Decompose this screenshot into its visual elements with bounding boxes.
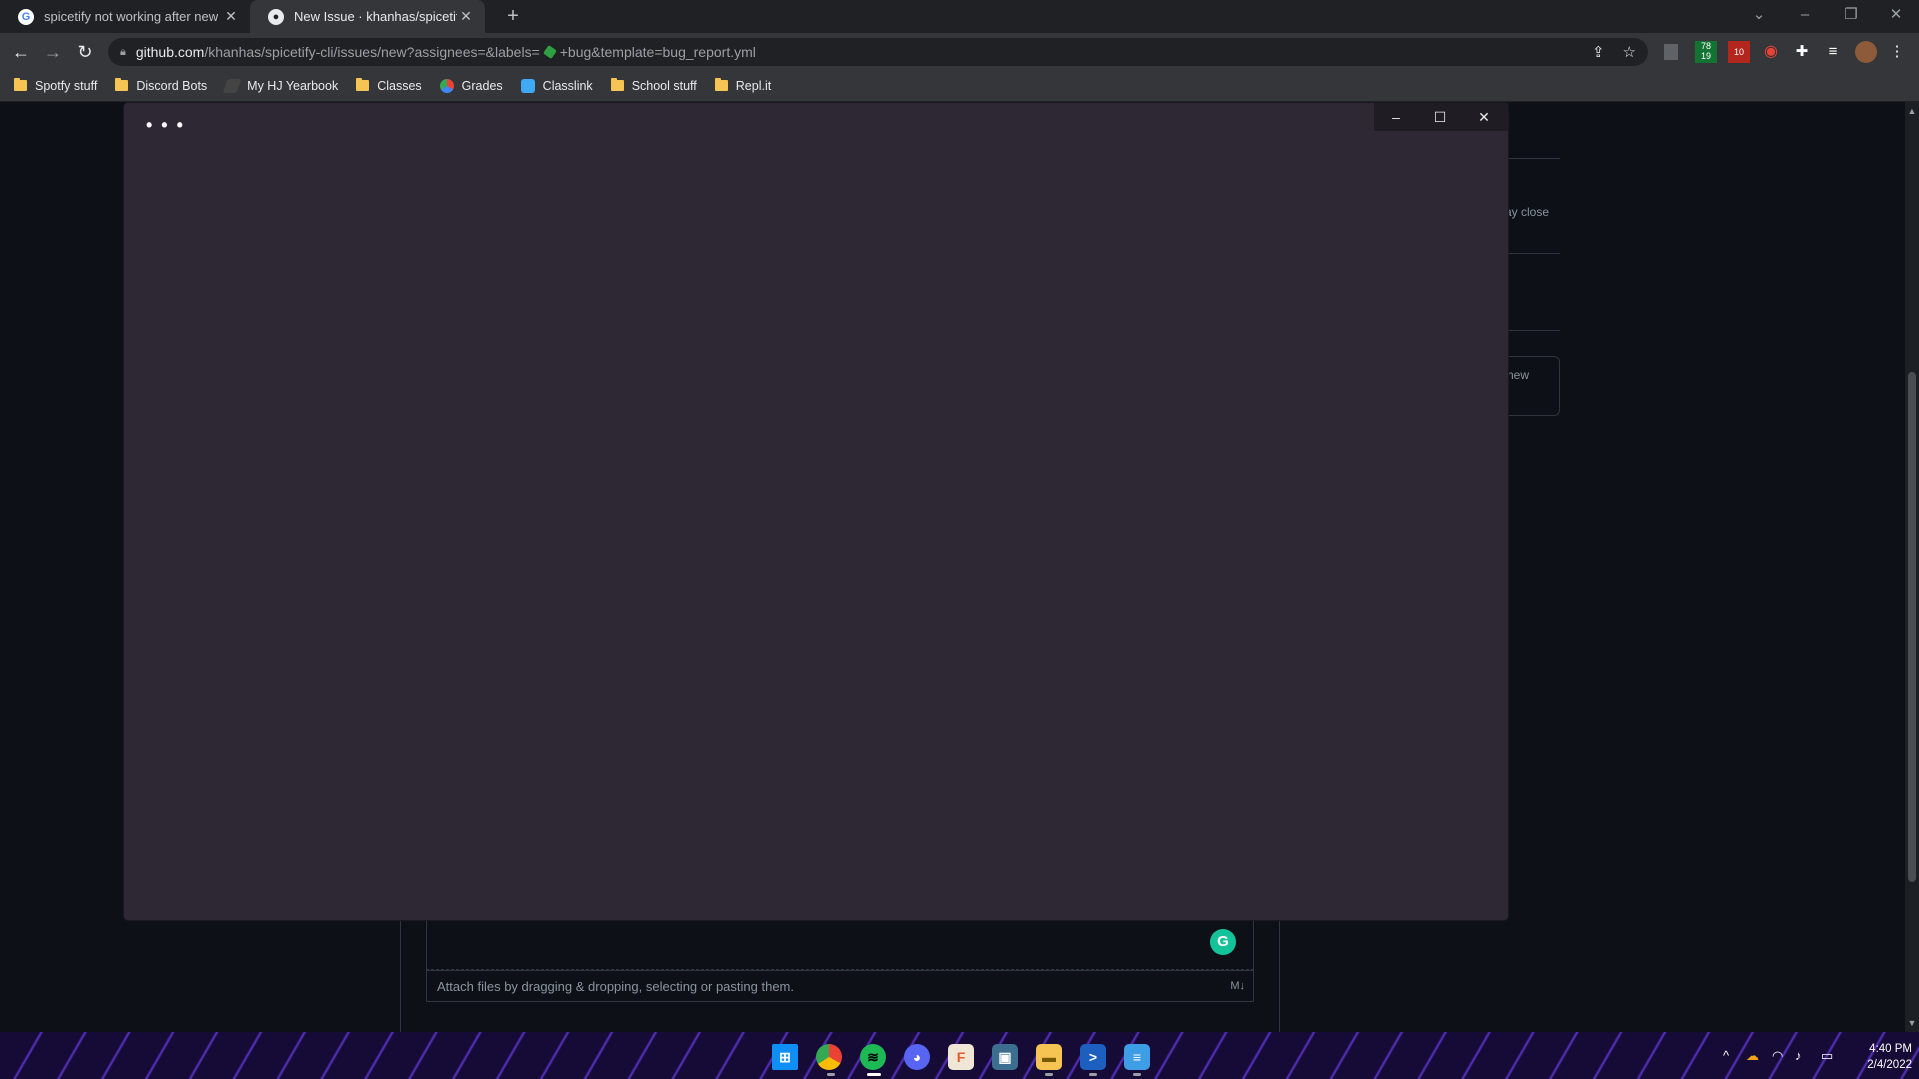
close-tab-icon[interactable]: ✕ [222, 8, 240, 25]
bookmark-label: Discord Bots [136, 78, 208, 93]
bookmark-label: Classes [377, 78, 422, 93]
taskbar-clock[interactable]: 4:40 PM 2/4/2022 [1856, 1041, 1912, 1073]
file-explorer-icon[interactable]: ▬ [1036, 1044, 1062, 1070]
running-indicator [1133, 1073, 1141, 1076]
tab-title: spicetify not working after new s [44, 9, 222, 24]
sidebar-text: new [1507, 368, 1530, 382]
close-tab-icon[interactable]: ✕ [457, 8, 475, 25]
folder-icon [115, 78, 129, 91]
bookmark-label: My HJ Yearbook [247, 78, 339, 93]
clock-date: 2/4/2022 [1867, 1059, 1912, 1071]
bookmark-classlink[interactable]: Classlink [520, 78, 593, 93]
address-bar[interactable]: 🔒︎ github.com /khanhas/spicetify-cli/iss… [108, 38, 1648, 66]
extension-3-icon[interactable]: 10 [1728, 41, 1750, 63]
bookmarks-bar: Spotfy stuff Discord Bots My HJ Yearbook… [0, 70, 1919, 102]
attach-files-area[interactable]: Attach files by dragging & dropping, sel… [426, 970, 1254, 1002]
url-path: /khanhas/spicetify-cli/issues/new?assign… [204, 44, 540, 60]
scroll-thumb[interactable] [1908, 372, 1916, 882]
active-indicator [867, 1073, 881, 1076]
battery-icon[interactable]: ▭ [1821, 1048, 1833, 1064]
bookmark-grades[interactable]: Grades [439, 78, 503, 93]
scroll-up-icon[interactable]: ▲ [1905, 104, 1919, 118]
tab-title: New Issue · khanhas/spicetify-cli [294, 9, 457, 24]
photo-icon[interactable]: ▣ [992, 1044, 1018, 1070]
figma-icon[interactable]: F [948, 1044, 974, 1070]
markdown-icon: M↓ [1230, 980, 1245, 992]
bookmark-label: Repl.it [735, 78, 772, 93]
url-host: github.com [135, 44, 205, 60]
spotify-icon[interactable]: ≋ [860, 1044, 886, 1070]
discord-icon[interactable]: ◕ [904, 1044, 930, 1070]
bookmark-label: Spotfy stuff [35, 78, 98, 93]
powershell-icon[interactable]: > [1080, 1044, 1106, 1070]
record-icon[interactable]: ◉ [1760, 41, 1782, 63]
forward-icon[interactable]: → [40, 39, 66, 65]
bookmark-my-hj-yearbook[interactable]: My HJ Yearbook [222, 78, 339, 93]
bookmark-spotfy-stuff[interactable]: Spotfy stuff [14, 78, 98, 93]
extensions-puzzle-icon[interactable]: ✚ [1791, 41, 1813, 63]
attach-files-label: Attach files by dragging & dropping, sel… [437, 978, 794, 994]
extension-1-icon[interactable] [1664, 44, 1678, 60]
folder-icon [714, 78, 728, 91]
close-window-icon[interactable]: ✕ [1873, 0, 1919, 33]
folder-icon [356, 78, 370, 91]
share-icon[interactable]: ⇪ [1592, 43, 1605, 61]
running-indicator [827, 1073, 835, 1076]
running-indicator [1045, 1073, 1053, 1076]
bookmark-label: Grades [461, 78, 503, 93]
window-maximize-icon[interactable]: ☐ [1418, 103, 1462, 131]
blank-app-window: • • • – ☐ ✕ [124, 103, 1508, 920]
windows-start-icon[interactable]: ⊞ [772, 1044, 798, 1070]
bookmark-label: Classlink [542, 78, 593, 93]
yearbook-icon [222, 78, 242, 93]
grammarly-icon[interactable]: G [1210, 929, 1236, 955]
cloud-icon[interactable]: ☁ [1746, 1048, 1759, 1064]
url-path-rest: +bug&template=bug_report.yml [559, 44, 756, 60]
lock-icon: 🔒︎ [120, 45, 126, 58]
wifi-icon[interactable]: ◠ [1772, 1048, 1783, 1064]
extension-2-icon[interactable]: 78 19 [1695, 41, 1717, 63]
folder-icon [610, 78, 624, 91]
media-control-icon[interactable]: ≡ [1822, 41, 1844, 63]
avatar[interactable] [1855, 41, 1877, 63]
tray-overflow-icon[interactable]: ^ [1723, 1048, 1729, 1063]
chrome-icon[interactable] [816, 1044, 842, 1070]
menu-kebab-icon[interactable]: ⋮ [1886, 41, 1908, 63]
volume-icon[interactable]: ♪ [1795, 1048, 1802, 1063]
bookmark-discord-bots[interactable]: Discord Bots [115, 78, 208, 93]
window-minimize-icon[interactable]: – [1374, 103, 1418, 131]
browser-toolbar: ← → ↻ 🔒︎ github.com /khanhas/spicetify-c… [0, 33, 1919, 70]
tab-strip: G spicetify not working after new s ✕ ● … [0, 0, 1919, 33]
back-icon[interactable]: ← [8, 39, 34, 65]
bookmark-classes[interactable]: Classes [356, 78, 422, 93]
restore-icon[interactable]: ❐ [1828, 0, 1874, 33]
classlink-icon [520, 78, 535, 93]
label-emoji-icon [542, 45, 557, 59]
tab-google-search[interactable]: G spicetify not working after new s ✕ [0, 0, 250, 33]
menu-dots-icon[interactable]: • • • [146, 115, 185, 136]
notepad-icon[interactable]: ≡ [1124, 1044, 1150, 1070]
bookmark-school-stuff[interactable]: School stuff [610, 78, 697, 93]
reload-icon[interactable]: ↻ [72, 39, 98, 65]
window-close-icon[interactable]: ✕ [1462, 103, 1506, 131]
github-icon: ● [268, 8, 284, 25]
minimize-icon[interactable]: – [1782, 0, 1828, 33]
grades-icon [439, 78, 454, 93]
issue-body-textarea[interactable] [426, 920, 1254, 970]
running-indicator [1089, 1073, 1097, 1076]
page-scrollbar[interactable]: ▲ ▼ [1905, 102, 1919, 1032]
sidebar-text: ay close [1505, 205, 1550, 219]
scroll-down-icon[interactable]: ▼ [1905, 1016, 1919, 1030]
tab-new-issue[interactable]: ● New Issue · khanhas/spicetify-cli ✕ [250, 0, 485, 33]
new-tab-button[interactable]: + [500, 4, 526, 30]
tab-search-icon[interactable]: ⌄ [1736, 0, 1782, 33]
bookmark-star-icon[interactable]: ☆ [1623, 43, 1636, 61]
google-icon: G [18, 8, 34, 25]
bookmark-replit[interactable]: Repl.it [714, 78, 772, 93]
bookmark-label: School stuff [631, 78, 697, 93]
folder-icon [14, 78, 27, 91]
clock-time: 4:40 PM [1869, 1043, 1912, 1055]
